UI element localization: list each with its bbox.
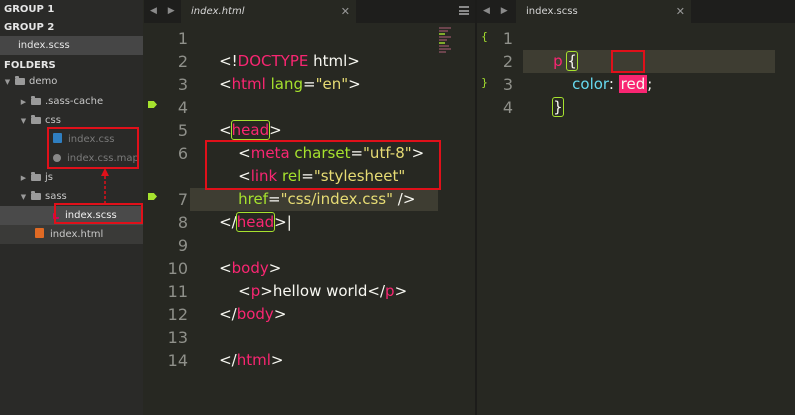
line-number: 2	[177, 52, 188, 71]
code-line-2[interactable]: <html lang="en">	[200, 50, 361, 93]
html-file-icon	[35, 228, 44, 238]
group-2-header[interactable]: GROUP 2	[0, 18, 143, 37]
line-number: 10	[167, 259, 188, 278]
line-number: 1	[502, 29, 513, 48]
line-number: 4	[502, 98, 513, 117]
tree-label: index.html	[50, 229, 104, 240]
annotation-link-tag-box	[205, 140, 441, 190]
close-icon[interactable]: ✕	[341, 0, 350, 23]
menu-icon[interactable]	[459, 6, 469, 15]
tree-label: css	[45, 115, 61, 126]
tab-label: index.html	[191, 6, 245, 17]
scss-line-3[interactable]: }	[534, 73, 564, 117]
line-number: 5	[177, 121, 188, 140]
code-line-9[interactable]: <body>	[200, 234, 281, 277]
folder-icon	[31, 115, 41, 124]
line-number: 3	[502, 75, 513, 94]
folder-icon	[31, 96, 41, 105]
line-number: 6	[177, 144, 188, 163]
code-line-7[interactable]: </head>|	[200, 188, 292, 232]
tree-label: sass	[45, 191, 67, 202]
code-line-5[interactable]: <meta charset="utf-8">	[200, 119, 424, 162]
code-line-4[interactable]: <head>	[200, 96, 282, 140]
line-number: 8	[177, 213, 188, 232]
open-file-index-scss[interactable]: index.scss	[0, 36, 143, 55]
annotation-red-value-box	[611, 50, 645, 73]
expanded-triangle-icon[interactable]: ▼	[19, 112, 28, 131]
tree-folder-sass-cache[interactable]: ▶ .sass-cache	[0, 92, 143, 111]
annotation-scss-source-box	[54, 203, 143, 224]
tab-index-scss[interactable]: index.scss ✕	[516, 0, 691, 23]
minimap[interactable]	[439, 27, 453, 54]
collapsed-triangle-icon[interactable]: ▶	[19, 93, 28, 112]
sidebar: GROUP 1 GROUP 2 index.scss FOLDERS ▼ demo…	[0, 0, 143, 415]
annotation-arrow	[101, 168, 109, 204]
tree-label: .sass-cache	[45, 96, 104, 107]
editor-pane-right: ◀ ▶ index.scss ✕ { } 1 2 3 4 p { color: …	[477, 0, 795, 415]
line-number: 11	[167, 282, 188, 301]
tree-label: demo	[29, 76, 58, 87]
line-number: 9	[177, 236, 188, 255]
expanded-triangle-icon[interactable]: ▼	[19, 188, 28, 207]
tab-nav-arrows[interactable]: ◀ ▶	[483, 0, 512, 23]
editor-pane-left: ◀ ▶ index.html ✕ 1 2 3 4 5 6 7 8 9 10 11…	[144, 0, 475, 415]
tree-folder-js[interactable]: ▶ js	[0, 168, 143, 187]
line-number: 3	[177, 75, 188, 94]
line-number: 14	[167, 351, 188, 370]
tree-file-index-html[interactable]: index.html	[0, 225, 143, 244]
tab-nav-arrows[interactable]: ◀ ▶	[150, 0, 179, 23]
expanded-triangle-icon[interactable]: ▼	[3, 73, 12, 92]
line-number: 12	[167, 305, 188, 324]
tab-bar: ◀ ▶ index.scss ✕	[477, 0, 795, 23]
tab-bar: ◀ ▶ index.html ✕	[144, 0, 475, 23]
scss-line-1[interactable]: p {	[534, 27, 578, 71]
close-icon[interactable]: ✕	[676, 0, 685, 23]
code-line-1[interactable]: <!DOCTYPE html>	[200, 27, 360, 70]
line-number: 1	[177, 29, 188, 48]
code-line-11[interactable]: </body>	[200, 280, 286, 323]
annotation-css-output-box	[47, 127, 139, 169]
folder-icon	[31, 172, 41, 181]
code-line-13[interactable]: </html>	[200, 326, 283, 369]
folder-icon	[15, 76, 25, 85]
line-number: 13	[167, 328, 188, 347]
text-cursor: |	[286, 213, 292, 231]
tree-folder-demo[interactable]: ▼ demo	[0, 72, 143, 91]
tab-index-html[interactable]: index.html ✕	[181, 0, 356, 23]
folder-icon	[31, 191, 41, 200]
tree-label: js	[45, 172, 53, 183]
group-1-header[interactable]: GROUP 1	[0, 0, 143, 19]
collapsed-triangle-icon[interactable]: ▶	[19, 169, 28, 188]
tab-label: index.scss	[526, 6, 578, 17]
code-line-10[interactable]: <p>hellow world</p>	[200, 257, 407, 300]
invalid-value-highlight: red	[618, 75, 648, 93]
line-number: 2	[502, 52, 513, 71]
